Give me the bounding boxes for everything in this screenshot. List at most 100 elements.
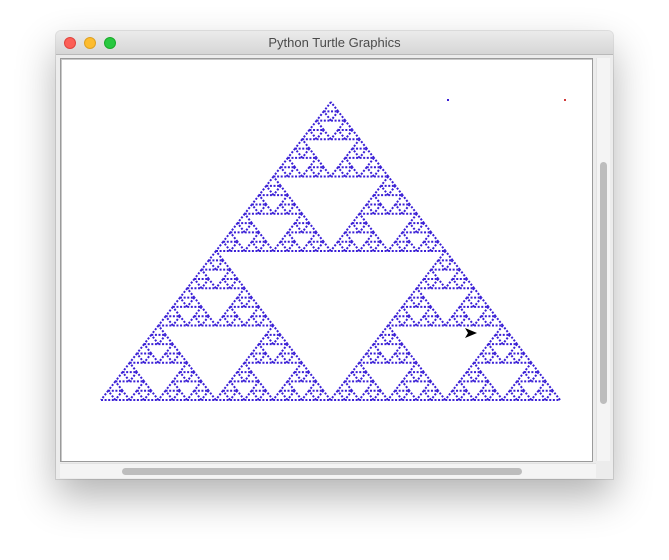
turtle-stroke	[121, 371, 131, 382]
turtle-stroke	[172, 296, 181, 308]
turtle-stroke	[530, 362, 540, 373]
turtle-stroke	[365, 343, 375, 355]
turtle-stroke	[373, 231, 382, 243]
turtle-stroke	[358, 138, 368, 150]
turtle-stroke	[179, 371, 188, 382]
turtle-stroke	[308, 241, 318, 252]
turtle-stroke	[250, 296, 260, 308]
turtle-stroke	[164, 334, 174, 345]
turtle-stroke	[344, 120, 354, 131]
turtle-stroke	[286, 203, 296, 215]
turtle-stroke	[494, 324, 504, 336]
turtle-stroke	[243, 390, 253, 401]
turtle-stroke	[451, 306, 461, 317]
turtle-stroke	[408, 203, 418, 215]
turtle-stroke	[229, 241, 239, 252]
turtle-stroke	[372, 334, 382, 345]
turtle-stroke	[294, 222, 303, 233]
turtle-stroke	[487, 306, 497, 317]
turtle-stroke	[387, 390, 396, 401]
vertical-scrollbar[interactable]	[596, 58, 610, 461]
turtle-stroke	[301, 166, 311, 178]
turtle-stroke	[236, 371, 246, 382]
turtle-stroke	[466, 296, 475, 308]
turtle-stroke	[286, 222, 296, 233]
vertical-scroll-thumb[interactable]	[600, 162, 607, 404]
turtle-stroke	[157, 315, 167, 327]
turtle-stroke	[323, 101, 332, 112]
turtle-stroke	[222, 306, 232, 317]
turtle-stroke	[265, 352, 274, 364]
turtle-stroke	[279, 334, 289, 345]
turtle-stroke	[308, 222, 318, 233]
turtle-stroke	[337, 157, 347, 168]
turtle-stroke	[437, 250, 447, 261]
turtle-stroke	[351, 147, 361, 159]
turtle-stroke	[286, 231, 296, 243]
turtle-stroke	[294, 147, 304, 159]
turtle-stroke	[186, 296, 196, 308]
turtle-stroke	[222, 380, 231, 392]
turtle-stroke	[243, 222, 253, 233]
turtle-stroke	[451, 380, 461, 392]
turtle-stroke	[258, 334, 267, 345]
turtle-stroke	[143, 352, 153, 364]
turtle-stroke	[387, 241, 397, 252]
turtle-stroke	[401, 315, 411, 327]
turtle-stroke	[466, 315, 475, 327]
turtle-stroke	[250, 371, 260, 382]
horizontal-scrollbar[interactable]	[60, 463, 596, 478]
turtle-stroke	[415, 390, 425, 401]
turtle-canvas[interactable]	[60, 58, 593, 462]
turtle-stroke	[236, 213, 246, 224]
turtle-stroke	[200, 380, 210, 392]
turtle-stroke	[358, 390, 368, 401]
turtle-stroke	[358, 241, 368, 252]
turtle-stroke	[171, 352, 181, 364]
turtle-stroke	[337, 110, 347, 122]
turtle-stroke	[336, 380, 346, 392]
turtle-stroke	[200, 259, 210, 271]
turtle-stroke	[401, 296, 411, 308]
turtle-stroke	[401, 203, 411, 215]
turtle-stroke	[215, 259, 224, 271]
window-title: Python Turtle Graphics	[268, 35, 401, 50]
turtle-stroke	[236, 241, 246, 252]
turtle-stroke	[351, 371, 361, 382]
turtle-stroke	[415, 278, 425, 289]
turtle-stroke	[171, 390, 181, 401]
turtle-stroke	[179, 287, 189, 299]
turtle-stroke	[308, 129, 318, 140]
turtle-stroke	[451, 390, 461, 401]
turtle-stroke	[523, 362, 533, 373]
turtle-stroke	[315, 231, 325, 243]
horizontal-scroll-thumb[interactable]	[122, 468, 522, 475]
turtle-stroke	[351, 390, 360, 401]
turtle-stroke	[344, 222, 354, 233]
turtle-stroke	[394, 380, 404, 392]
turtle-stroke	[286, 352, 296, 364]
turtle-stroke	[437, 278, 447, 289]
turtle-stroke	[243, 296, 253, 308]
turtle-stroke	[186, 315, 196, 327]
turtle-stroke	[200, 315, 210, 327]
turtle-stroke	[200, 278, 210, 289]
turtle-stroke	[193, 390, 203, 401]
title-bar[interactable]: Python Turtle Graphics	[56, 31, 613, 55]
turtle-stroke	[250, 306, 260, 317]
turtle-stroke	[272, 166, 282, 178]
turtle-stroke	[229, 371, 239, 382]
turtle-stroke	[401, 194, 411, 206]
turtle-stroke	[150, 324, 160, 336]
turtle-stroke	[544, 390, 554, 401]
turtle-stroke	[222, 231, 232, 243]
turtle-stroke	[293, 362, 303, 373]
turtle-stroke	[294, 138, 304, 150]
turtle-stroke	[380, 241, 389, 252]
turtle-stroke	[408, 390, 418, 401]
turtle-stroke	[516, 343, 526, 355]
turtle-stroke	[193, 278, 203, 289]
turtle-stroke	[437, 390, 447, 401]
turtle-stroke	[451, 269, 461, 280]
turtle-stroke	[236, 296, 246, 308]
